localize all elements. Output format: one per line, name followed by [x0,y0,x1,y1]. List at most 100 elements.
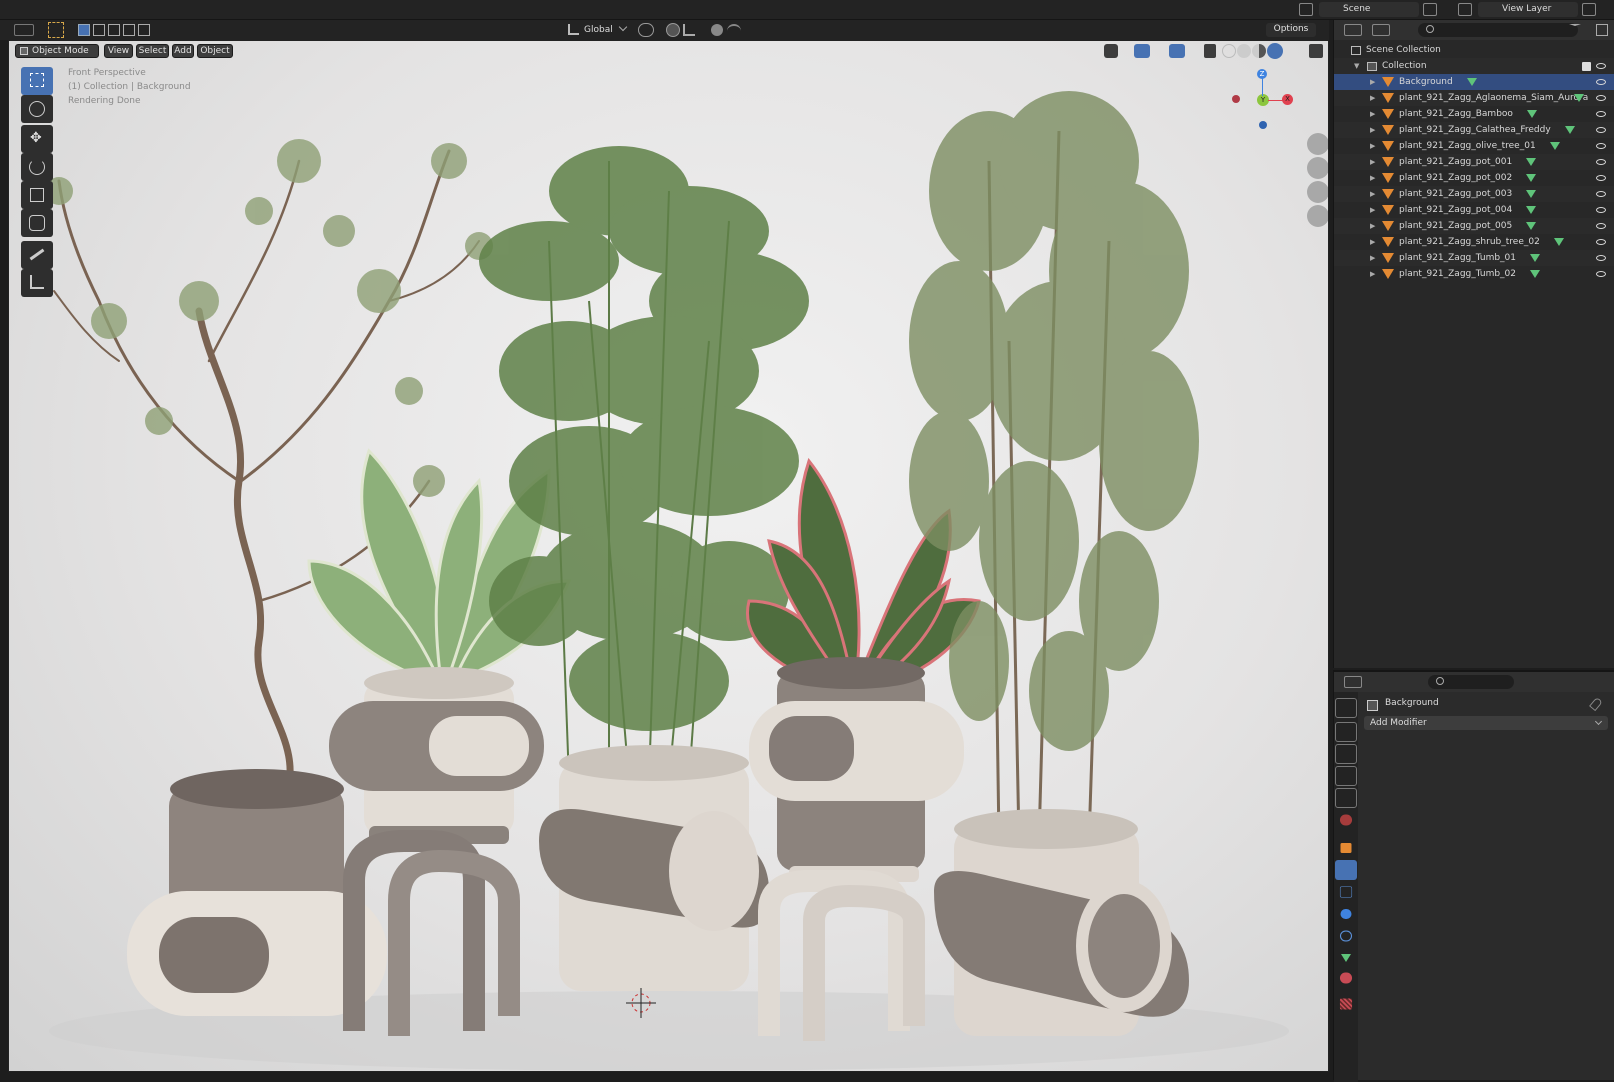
axis-x-icon[interactable]: X [1282,94,1293,105]
annotate-tool[interactable] [21,241,53,269]
display-mode-icon[interactable] [1372,24,1390,36]
output-tab-icon[interactable] [1335,744,1357,764]
outliner-item[interactable]: ▶ plant_921_Zagg_Tumb_02 [1334,266,1614,282]
mesh-data-icon[interactable] [1526,174,1536,182]
mesh-data-icon[interactable] [1526,158,1536,166]
expand-icon[interactable]: ▶ [1370,74,1375,90]
eye-icon[interactable] [1596,111,1606,117]
new-collection-icon[interactable] [1596,24,1608,36]
proportional-editing-icon[interactable] [711,24,723,36]
expand-icon[interactable]: ▶ [1370,234,1375,250]
mesh-data-icon[interactable] [1530,270,1540,278]
expand-icon[interactable]: ▶ [1370,170,1375,186]
visibility-icon[interactable] [1104,44,1118,58]
object-tab-icon[interactable] [1340,843,1352,853]
physics-tab-icon[interactable] [1340,909,1352,919]
eye-icon[interactable] [1596,79,1606,85]
mesh-data-icon[interactable] [1574,94,1584,102]
expand-icon[interactable]: ▶ [1370,266,1375,282]
material-shading-icon[interactable] [1252,44,1266,58]
add-menu[interactable]: Add [172,44,194,58]
scene-tab-icon[interactable] [1335,788,1357,808]
outliner-item[interactable]: ▶ plant_921_Zagg_shrub_tree_02 [1334,234,1614,250]
data-tab-icon[interactable] [1341,954,1351,962]
pan-hand-icon[interactable] [1307,157,1328,179]
expand-icon[interactable]: ▶ [1370,90,1375,106]
outliner-item[interactable]: ▶ plant_921_Zagg_pot_002 [1334,170,1614,186]
wireframe-shading-icon[interactable] [1222,44,1236,58]
outliner-scene-collection[interactable]: Scene Collection [1334,42,1614,58]
scene-selector[interactable]: Scene [1319,2,1419,17]
outliner-item[interactable]: ▶ plant_921_Zagg_pot_003 [1334,186,1614,202]
scene-browse-icon[interactable] [1299,3,1313,16]
xray-toggle-icon[interactable] [1204,44,1216,58]
rendered-shading-icon[interactable] [1267,43,1283,59]
add-modifier-dropdown[interactable]: Add Modifier [1364,716,1608,730]
mesh-data-icon[interactable] [1526,222,1536,230]
mesh-data-icon[interactable] [1550,142,1560,150]
snap-icon[interactable] [666,23,680,37]
material-tab-icon[interactable] [1339,972,1353,984]
perspective-toggle-icon[interactable] [1307,205,1328,227]
solid-shading-icon[interactable] [1237,44,1251,58]
camera-view-icon[interactable] [1307,181,1328,203]
outliner-item[interactable]: ▶ plant_921_Zagg_Calathea_Freddy [1334,122,1614,138]
eye-icon[interactable] [1596,207,1606,213]
constraints-tab-icon[interactable] [1339,930,1353,942]
mesh-data-icon[interactable] [1526,190,1536,198]
mesh-data-icon[interactable] [1565,126,1575,134]
eye-icon[interactable] [1596,95,1606,101]
outliner-item[interactable]: ▶ plant_921_Zagg_olive_tree_01 [1334,138,1614,154]
mode-new-icon[interactable] [78,24,90,36]
new-scene-icon[interactable] [1423,3,1437,16]
world-tab-icon[interactable] [1339,814,1353,826]
view-layer-selector[interactable]: View Layer [1478,2,1578,17]
mode-intersect-icon[interactable] [138,24,150,36]
pin-icon[interactable] [1589,696,1603,712]
expand-icon[interactable]: ▶ [1370,122,1375,138]
rotate-tool[interactable] [21,153,53,181]
mode-extend-icon[interactable] [93,24,105,36]
select-box-tool-icon[interactable] [48,22,64,38]
outliner-item[interactable]: ▶ plant_921_Zagg_pot_004 [1334,202,1614,218]
overlays-toggle-icon[interactable] [1169,44,1185,58]
mode-subtract-icon[interactable] [108,24,120,36]
eye-icon[interactable] [1596,271,1606,277]
eye-icon[interactable] [1596,223,1606,229]
collapse-icon[interactable]: ▼ [1354,58,1359,74]
mesh-data-icon[interactable] [1530,254,1540,262]
filter-icon[interactable] [1569,24,1581,36]
mode-difference-icon[interactable] [123,24,135,36]
mesh-data-icon[interactable] [1526,206,1536,214]
zoom-icon[interactable] [1307,133,1328,155]
outliner-item[interactable]: ▶ Background [1334,74,1614,90]
mode-dropdown[interactable]: Object Mode [15,44,99,58]
axis-neg-z-icon[interactable] [1259,121,1267,129]
transform-orientation-dropdown[interactable]: Global [584,23,613,37]
editor-type-icon[interactable] [14,24,34,36]
eye-icon[interactable] [1596,159,1606,165]
mesh-data-icon[interactable] [1467,78,1477,86]
select-box-tool[interactable] [21,67,53,95]
snap-target-icon[interactable] [683,24,695,36]
mesh-data-icon[interactable] [1554,238,1564,246]
eye-icon[interactable] [1596,239,1606,245]
texture-tab-icon[interactable] [1339,998,1353,1010]
transform-tool[interactable] [21,209,53,237]
eye-icon[interactable] [1596,175,1606,181]
outliner-item[interactable]: ▶ plant_921_Zagg_Tumb_01 [1334,250,1614,266]
expand-icon[interactable]: ▶ [1370,138,1375,154]
tool-tab-icon[interactable] [1335,698,1357,718]
view-menu[interactable]: View [104,44,133,58]
view-layer-browse-icon[interactable] [1458,3,1472,16]
expand-icon[interactable]: ▶ [1370,202,1375,218]
options-dropdown[interactable]: Options [1266,23,1316,37]
expand-icon[interactable]: ▶ [1370,218,1375,234]
pivot-point-icon[interactable] [638,23,654,37]
eye-icon[interactable] [1596,143,1606,149]
eye-icon[interactable] [1596,127,1606,133]
expand-icon[interactable]: ▶ [1370,250,1375,266]
select-menu[interactable]: Select [136,44,169,58]
outliner-collection[interactable]: ▼ Collection [1334,58,1614,74]
eye-icon[interactable] [1596,255,1606,261]
